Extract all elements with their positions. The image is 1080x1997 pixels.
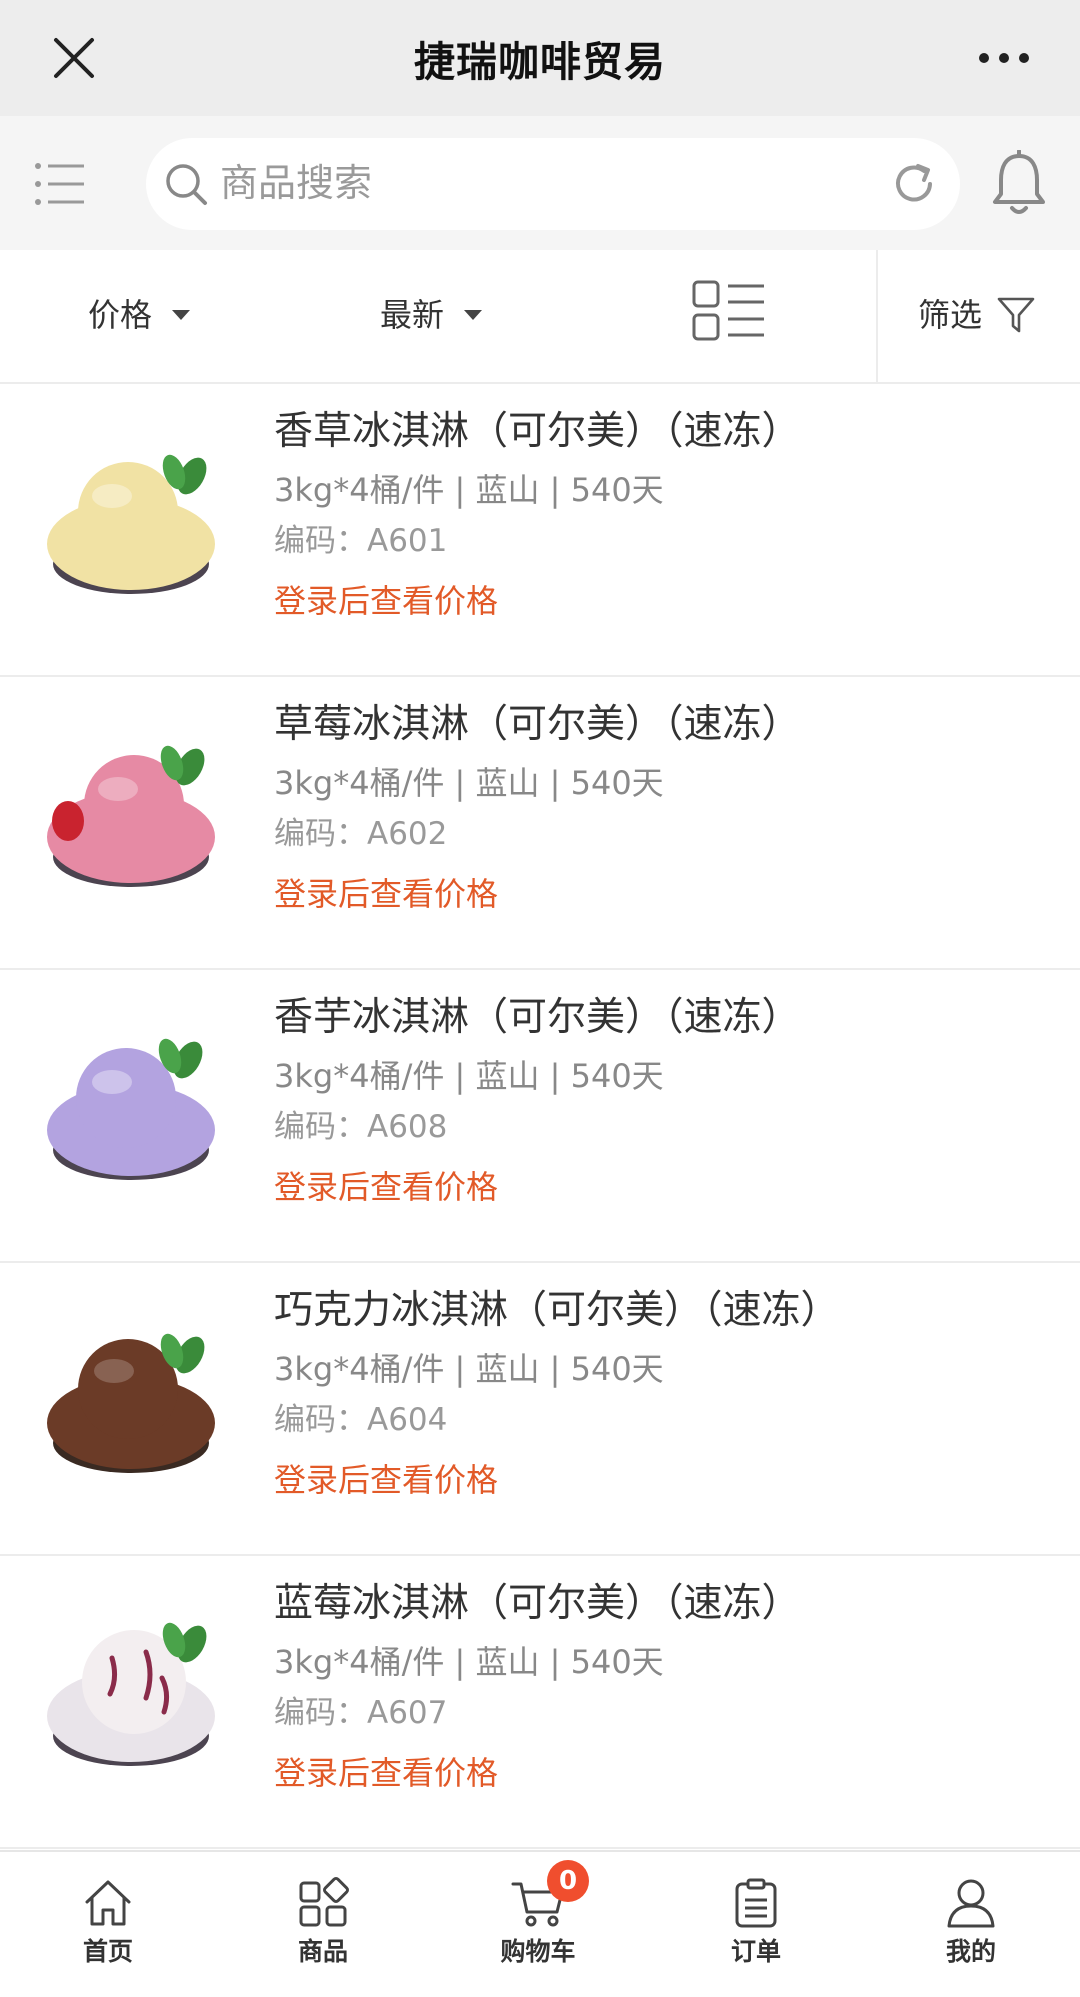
product-item[interactable]: 香芋冰淇淋（可尔美）（速冻） 3kg*4桶/件 | 蓝山 | 540天 编码：A…	[0, 970, 1080, 1263]
ice-cream-image	[47, 745, 215, 887]
title-bar: 捷瑞咖啡贸易	[0, 0, 1080, 116]
search-input[interactable]: 商品搜索	[146, 138, 960, 230]
login-to-view-price-link[interactable]: 登录后查看价格	[274, 1457, 498, 1503]
search-icon	[166, 164, 207, 205]
tab-products-label: 商品	[297, 1937, 348, 1966]
grid-list-view-icon[interactable]	[692, 280, 766, 342]
order-clipboard-icon	[735, 1878, 777, 1928]
search-bar: 商品搜索	[0, 116, 1080, 250]
product-code: 编码：A604	[274, 1402, 448, 1438]
product-code: 编码：A607	[274, 1695, 448, 1731]
product-item[interactable]: 香草冰淇淋（可尔美）（速冻） 3kg*4桶/件 | 蓝山 | 540天 编码：A…	[0, 384, 1080, 677]
sort-newest-button[interactable]: 最新	[380, 290, 483, 340]
sort-newest-label: 最新	[380, 296, 445, 334]
tab-cart[interactable]: 0 购物车	[458, 1860, 618, 1968]
bell-icon[interactable]	[990, 150, 1048, 218]
product-name: 草莓冰淇淋（可尔美）（速冻）	[274, 702, 801, 747]
ice-cream-image	[47, 1333, 215, 1473]
login-to-view-price-link[interactable]: 登录后查看价格	[274, 1750, 498, 1796]
chevron-down-icon	[464, 310, 483, 320]
product-code: 编码：A608	[274, 1109, 448, 1145]
divider	[876, 250, 878, 384]
product-spec: 3kg*4桶/件 | 蓝山 | 540天	[274, 1057, 664, 1095]
chevron-down-icon	[172, 310, 191, 320]
filter-bar: 价格 最新 筛选	[0, 250, 1080, 384]
product-name: 香草冰淇淋（可尔美）（速冻）	[274, 409, 801, 454]
tab-me-label: 我的	[945, 1937, 996, 1966]
tab-home-label: 首页	[82, 1937, 133, 1966]
product-code: 编码：A601	[274, 523, 448, 559]
list-menu-icon[interactable]	[34, 160, 86, 208]
product-spec: 3kg*4桶/件 | 蓝山 | 540天	[274, 1350, 664, 1388]
user-icon	[947, 1879, 995, 1928]
login-to-view-price-link[interactable]: 登录后查看价格	[274, 871, 498, 917]
login-to-view-price-link[interactable]: 登录后查看价格	[274, 1164, 498, 1210]
funnel-icon	[997, 297, 1035, 333]
ice-cream-image	[47, 1038, 215, 1180]
refresh-icon[interactable]	[888, 158, 940, 210]
tab-products[interactable]: 商品	[243, 1876, 403, 1968]
filter-label: 筛选	[918, 296, 983, 334]
product-spec: 3kg*4桶/件 | 蓝山 | 540天	[274, 1643, 664, 1681]
tab-cart-label: 购物车	[500, 1937, 576, 1966]
tab-orders-label: 订单	[730, 1937, 781, 1966]
more-dots-icon[interactable]	[976, 40, 1032, 76]
product-item[interactable]: 草莓冰淇淋（可尔美）（速冻） 3kg*4桶/件 | 蓝山 | 540天 编码：A…	[0, 677, 1080, 970]
tab-home[interactable]: 首页	[28, 1876, 188, 1968]
tab-orders[interactable]: 订单	[676, 1876, 836, 1968]
tab-me[interactable]: 我的	[891, 1876, 1051, 1968]
product-name: 香芋冰淇淋（可尔美）（速冻）	[274, 995, 801, 1040]
product-item[interactable]: 蓝莓冰淇淋（可尔美）（速冻） 3kg*4桶/件 | 蓝山 | 540天 编码：A…	[0, 1556, 1080, 1849]
home-icon	[85, 1880, 131, 1926]
sort-price-label: 价格	[88, 296, 153, 334]
close-icon[interactable]	[50, 34, 98, 82]
product-list: 香草冰淇淋（可尔美）（速冻） 3kg*4桶/件 | 蓝山 | 540天 编码：A…	[0, 384, 1080, 1849]
product-name: 巧克力冰淇淋（可尔美）（速冻）	[274, 1288, 840, 1333]
category-icon	[299, 1877, 349, 1927]
product-name: 蓝莓冰淇淋（可尔美）（速冻）	[274, 1581, 801, 1626]
product-spec: 3kg*4桶/件 | 蓝山 | 540天	[274, 471, 664, 509]
ice-cream-image	[47, 1622, 215, 1766]
bottom-tab-bar: 首页 商品 0 购物车 订单 我的	[0, 1850, 1080, 1997]
cart-count-badge: 0	[547, 1860, 589, 1902]
product-code: 编码：A602	[274, 816, 448, 852]
page-title: 捷瑞咖啡贸易	[414, 38, 666, 86]
filter-button[interactable]: 筛选	[918, 290, 1036, 340]
search-placeholder: 商品搜索	[220, 161, 373, 205]
product-spec: 3kg*4桶/件 | 蓝山 | 540天	[274, 764, 664, 802]
ice-cream-image	[47, 454, 215, 594]
product-item[interactable]: 巧克力冰淇淋（可尔美）（速冻） 3kg*4桶/件 | 蓝山 | 540天 编码：…	[0, 1263, 1080, 1556]
login-to-view-price-link[interactable]: 登录后查看价格	[274, 578, 498, 624]
sort-price-button[interactable]: 价格	[88, 290, 191, 340]
